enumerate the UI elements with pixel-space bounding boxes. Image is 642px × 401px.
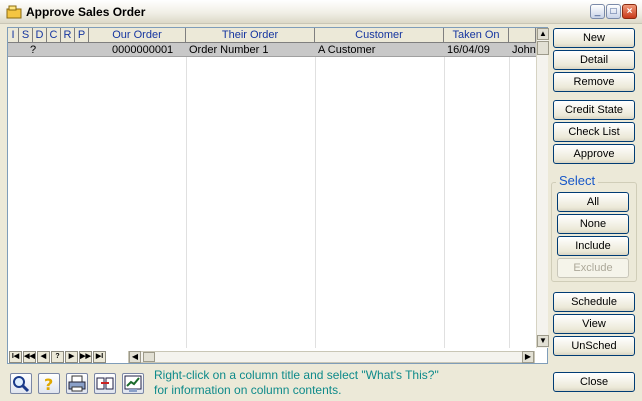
view-button[interactable]: View — [553, 314, 635, 334]
help-button[interactable]: ? — [38, 373, 60, 394]
orders-grid[interactable]: I S D C R P Our Order Their Order Custom… — [7, 27, 549, 364]
close-button[interactable]: Close — [553, 372, 635, 392]
title-bar: Approve Sales Order _ □ × — [0, 0, 642, 24]
record-navigator: I◀ ◀◀ ◀ ? ▶ ▶▶ ▶I — [9, 351, 114, 363]
last-record-button[interactable]: ▶I — [93, 351, 106, 363]
search-button[interactable] — [10, 373, 32, 394]
cell-their-order: Order Number 1 — [189, 44, 269, 56]
col-header-customer[interactable]: Customer — [315, 28, 444, 43]
approve-button[interactable]: Approve — [553, 144, 635, 164]
svg-text:?: ? — [44, 375, 53, 393]
help-icon: ? — [44, 375, 53, 394]
cell-s: ? — [30, 44, 37, 56]
include-button[interactable]: Include — [557, 236, 629, 256]
col-header-their-order[interactable]: Their Order — [186, 28, 315, 43]
chart-button[interactable] — [122, 373, 144, 394]
swap-icon — [96, 377, 114, 390]
hint-line-2: for information on column contents. — [154, 383, 342, 397]
maximize-button[interactable]: □ — [606, 4, 621, 19]
cell-taken-on: 16/04/09 — [447, 44, 490, 56]
col-header-r[interactable]: R — [61, 28, 75, 43]
search-icon — [13, 376, 30, 393]
find-record-button[interactable]: ? — [51, 351, 64, 363]
exclude-button[interactable]: Exclude — [557, 258, 629, 278]
col-header-our-order[interactable]: Our Order — [89, 28, 186, 43]
cell-customer: A Customer — [318, 44, 376, 56]
col-header-s[interactable]: S — [19, 28, 33, 43]
swap-button[interactable] — [94, 373, 116, 394]
print-icon — [68, 375, 86, 392]
column-divider — [444, 43, 445, 348]
col-header-i[interactable]: I — [8, 28, 19, 43]
scroll-thumb[interactable] — [143, 352, 155, 362]
col-header-p[interactable]: P — [75, 28, 89, 43]
credit-state-button[interactable]: Credit State — [553, 100, 635, 120]
minimize-button[interactable]: _ — [590, 4, 605, 19]
new-button[interactable]: New — [553, 28, 635, 48]
prev-page-button[interactable]: ◀◀ — [23, 351, 36, 363]
remove-button[interactable]: Remove — [553, 72, 635, 92]
chart-icon — [124, 375, 142, 392]
window-title: Approve Sales Order — [26, 5, 146, 19]
close-window-button[interactable]: × — [622, 4, 637, 19]
scroll-right-button[interactable]: ▶ — [522, 351, 534, 363]
grid-header: I S D C R P Our Order Their Order Custom… — [8, 28, 536, 43]
column-help-hint: Right-click on a column title and select… — [154, 368, 439, 398]
select-none-button[interactable]: None — [557, 214, 629, 234]
unsched-button[interactable]: UnSched — [553, 336, 635, 356]
select-all-button[interactable]: All — [557, 192, 629, 212]
schedule-button[interactable]: Schedule — [553, 292, 635, 312]
scroll-up-button[interactable]: ▲ — [537, 28, 549, 40]
column-divider — [315, 43, 316, 348]
col-header-d[interactable]: D — [33, 28, 47, 43]
check-list-button[interactable]: Check List — [553, 122, 635, 142]
print-button[interactable] — [66, 373, 88, 394]
col-header-c[interactable]: C — [47, 28, 61, 43]
next-record-button[interactable]: ▶ — [65, 351, 78, 363]
prev-record-button[interactable]: ◀ — [37, 351, 50, 363]
scroll-down-button[interactable]: ▼ — [537, 335, 549, 347]
col-header-extra[interactable] — [509, 28, 536, 43]
column-divider — [509, 43, 510, 348]
detail-button[interactable]: Detail — [553, 50, 635, 70]
app-icon — [6, 5, 22, 19]
next-page-button[interactable]: ▶▶ — [79, 351, 92, 363]
cell-extra: John — [512, 44, 536, 56]
table-row[interactable]: ? 0000000001 Order Number 1 A Customer 1… — [8, 43, 536, 57]
scroll-left-button[interactable]: ◀ — [129, 351, 141, 363]
col-header-taken-on[interactable]: Taken On — [444, 28, 509, 43]
hint-line-1: Right-click on a column title and select… — [154, 368, 439, 382]
scroll-thumb[interactable] — [537, 41, 549, 55]
column-divider — [186, 43, 187, 348]
cell-our-order: 0000000001 — [112, 44, 174, 56]
first-record-button[interactable]: I◀ — [9, 351, 22, 363]
select-group-label: Select — [556, 173, 599, 188]
vertical-scrollbar[interactable]: ▲ ▼ — [536, 28, 549, 348]
horizontal-scrollbar[interactable]: ◀ ▶ — [128, 351, 535, 363]
